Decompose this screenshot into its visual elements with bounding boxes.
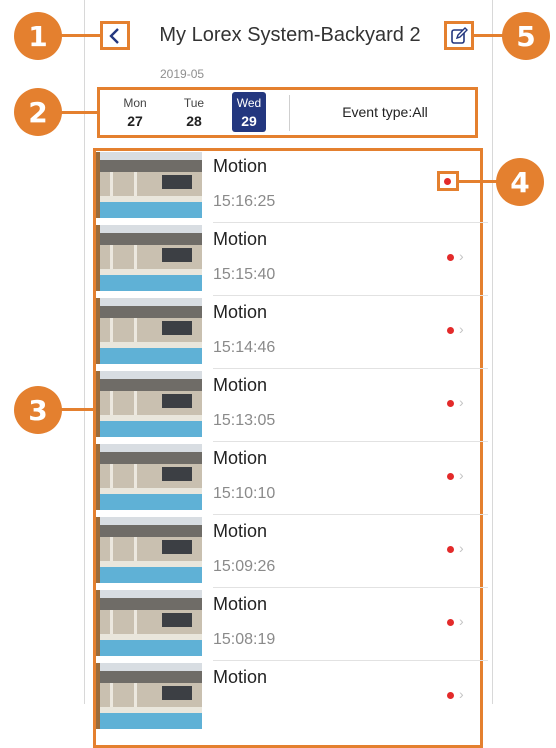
chevron-right-icon: › — [459, 394, 464, 410]
event-thumbnail — [96, 663, 202, 729]
divider — [289, 95, 290, 131]
date-bar: Mon 27 Tue 28 Wed 29 Event type:All — [97, 87, 478, 138]
event-dot-icon — [447, 327, 454, 334]
event-dot-icon — [447, 254, 454, 261]
callout-leader — [60, 408, 94, 411]
edit-icon — [451, 26, 468, 44]
chevron-right-icon: › — [459, 540, 464, 556]
event-thumbnail — [96, 225, 202, 291]
chevron-right-icon: › — [459, 686, 464, 702]
event-time: 15:16:25 — [213, 193, 276, 210]
edit-button[interactable] — [444, 21, 474, 50]
event-thumbnail — [96, 298, 202, 364]
event-time: 15:08:19 — [213, 631, 276, 648]
callout-leader — [60, 111, 98, 114]
callout-badge: 4 — [496, 158, 544, 206]
day-mon[interactable]: Mon 27 — [118, 92, 152, 132]
event-row[interactable]: Motion 15:13:05 › — [96, 369, 488, 442]
event-dot-icon — [447, 619, 454, 626]
event-dot-icon — [447, 692, 454, 699]
event-title: Motion — [213, 375, 268, 395]
event-row[interactable]: Motion 15:14:46 › — [96, 296, 488, 369]
event-time: 15:13:05 — [213, 412, 276, 429]
event-row[interactable]: Motion 15:09:26 › — [96, 515, 488, 588]
callout-badge: 3 — [14, 386, 62, 434]
day-name: Mon — [123, 96, 147, 110]
event-thumbnail — [96, 444, 202, 510]
day-number: 28 — [186, 113, 202, 129]
event-row[interactable]: Motion 15:16:25 — [96, 150, 488, 223]
event-time: 15:14:46 — [213, 339, 276, 356]
event-title: Motion — [213, 594, 268, 614]
callout-leader — [459, 180, 499, 183]
callout-leader — [60, 34, 100, 37]
day-name: Wed — [236, 96, 262, 110]
day-tue[interactable]: Tue 28 — [177, 92, 211, 132]
event-title: Motion — [213, 156, 268, 176]
callout-leader — [474, 34, 504, 37]
event-row[interactable]: Motion 15:08:19 › — [96, 588, 488, 661]
chevron-left-icon — [109, 27, 119, 44]
chevron-right-icon: › — [459, 321, 464, 337]
event-dot-highlight — [437, 171, 459, 191]
callout-badge: 2 — [14, 88, 62, 136]
event-dot-icon — [444, 178, 451, 185]
day-name: Tue — [183, 96, 205, 110]
event-title: Motion — [213, 448, 268, 468]
month-label: 2019-05 — [160, 67, 205, 81]
event-thumbnail — [96, 152, 202, 218]
event-time: 15:10:10 — [213, 485, 276, 502]
event-time: 15:09:26 — [213, 558, 276, 575]
chevron-right-icon: › — [459, 613, 464, 629]
event-thumbnail — [96, 371, 202, 437]
callout-badge: 1 — [14, 12, 62, 60]
day-wed[interactable]: Wed 29 — [232, 92, 266, 132]
event-type-filter[interactable]: Event type:All — [300, 104, 470, 120]
event-thumbnail — [96, 590, 202, 656]
day-number: 29 — [241, 113, 257, 129]
event-dot-icon — [447, 546, 454, 553]
day-number: 27 — [127, 113, 143, 129]
callout-badge: 5 — [502, 12, 550, 60]
event-title: Motion — [213, 667, 268, 687]
event-dot-icon — [447, 473, 454, 480]
event-row[interactable]: Motion 15:10:10 › — [96, 442, 488, 515]
event-time: 15:15:40 — [213, 266, 276, 283]
page-title: My Lorex System-Backyard 2 — [159, 24, 421, 46]
event-title: Motion — [213, 302, 268, 322]
chevron-right-icon: › — [459, 248, 464, 264]
back-button[interactable] — [100, 21, 130, 50]
event-dot-icon — [447, 400, 454, 407]
event-title: Motion — [213, 229, 268, 249]
event-row[interactable]: Motion › — [96, 661, 488, 734]
event-title: Motion — [213, 521, 268, 541]
event-thumbnail — [96, 517, 202, 583]
event-row[interactable]: Motion 15:15:40 › — [96, 223, 488, 296]
chevron-right-icon: › — [459, 467, 464, 483]
